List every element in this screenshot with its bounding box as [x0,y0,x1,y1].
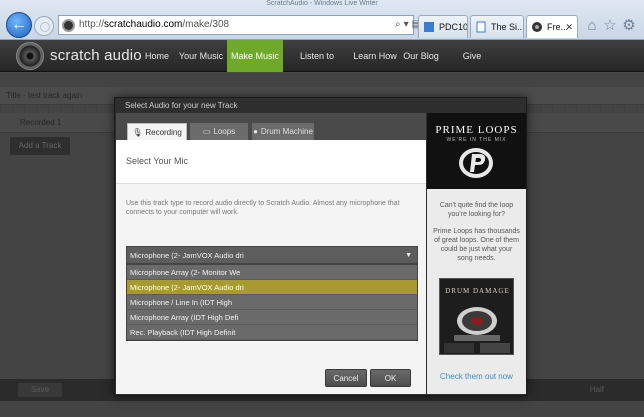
section-heading: Select Your Mic [126,156,189,166]
scratch-audio-logo-icon[interactable] [16,42,44,70]
site-logo-text[interactable]: scratch audio [50,47,142,64]
tab-drum-machine[interactable]: ● Drum Machine [252,123,314,140]
product-title: DRUM DAMAGE [445,287,510,295]
forward-button[interactable] [34,16,54,36]
tab-fre[interactable]: Fre... ✕ [526,15,578,38]
microphone-options-list: Microphone Array (2- Monitor We Micropho… [126,264,418,341]
url-host: scratchaudio.com [104,19,183,30]
tab-pdc10[interactable]: PDC10 [418,15,468,38]
microphone-select[interactable]: Microphone (2- JamVOX Audio dri ▼ [126,246,418,264]
search-icon[interactable]: ⌕ [395,16,401,34]
tab-loops[interactable]: ▭ Loops [190,123,248,140]
browser-toolbar: ScratchAudio - Windows Live Writer ← htt… [0,0,644,40]
drum-kit-icon [440,297,513,354]
nav-listen-to-music[interactable]: Listen to Music [287,40,347,93]
mic-option[interactable]: Microphone / Line In (IDT High [127,295,417,310]
mic-option[interactable]: Rec. Playback (IDT High Definit [127,325,417,340]
address-bar[interactable]: http://scratchaudio.com/make/308 ⌕ ▾ ▤ ↻… [58,15,444,35]
back-button[interactable]: ← [6,12,32,38]
mic-option[interactable]: Microphone Array (IDT High Defi [127,310,417,325]
promo-question: Can't quite find the loop you're looking… [439,202,514,218]
mic-option[interactable]: Microphone Array (2- Monitor We [127,265,417,280]
gear-icon[interactable]: ⚙ [620,17,638,35]
promo-tagline: WE'RE IN THE MIX [446,137,507,143]
favorites-star-icon[interactable]: ☆ [601,17,619,35]
page-tab-icon [476,21,486,33]
select-audio-dialog: Select Audio for your new Track 🎙 Recordi… [114,97,527,396]
tab-drum-machine-label: Drum Machine [260,127,313,136]
mic-option-selected[interactable]: Microphone (2- JamVOX Audio dri [127,280,417,295]
track-type-tabs: 🎙 Recording ▭ Loops ● Drum Machine [116,113,426,140]
close-tab-icon[interactable]: ✕ [565,16,573,38]
prime-loops-banner[interactable]: PRIME LOOPS WE'RE IN THE MIX [427,113,526,189]
nav-our-blog[interactable]: Our Blog [402,40,440,72]
loops-icon: ▭ [202,127,211,136]
tab-the-si[interactable]: The Si... [470,15,524,38]
dialog-main-pane: 🎙 Recording ▭ Loops ● Drum Machine Select Y… [116,113,426,394]
scratchaudio-tab-icon [532,22,542,32]
nav-home[interactable]: Home [140,40,174,72]
url-path: /make/308 [182,19,230,30]
heading-band: Select Your Mic [116,140,426,184]
nav-your-music[interactable]: Your Music [177,40,225,72]
microphone-select-value: Microphone (2- JamVOX Audio dri [130,251,244,260]
home-icon[interactable]: ⌂ [583,17,601,35]
recording-description: Use this track type to record audio dire… [126,200,400,216]
nav-learn-how[interactable]: Learn How [352,40,398,72]
promo-body: Prime Loops has thousands of great loops… [433,228,520,262]
tab-recording-label: Recording [145,128,182,137]
drum-damage-cover-image[interactable]: DRUM DAMAGE [439,278,514,355]
back-arrow-icon: ← [11,16,27,33]
ok-button[interactable]: OK [370,369,411,387]
dialog-title: Select Audio for your new Track [125,101,238,110]
site-favicon-icon [62,19,75,32]
dropdown-icon[interactable]: ▾ [404,16,409,34]
tab-label: The Si... [491,22,524,32]
prime-loops-logo-icon [459,148,493,178]
microphone-icon: 🎙 [132,128,143,137]
pdc-tab-icon [424,22,434,32]
chevron-down-icon: ▼ [405,252,412,259]
tab-recording[interactable]: 🎙 Recording [127,123,187,140]
drum-icon: ● [253,127,258,136]
window-title: ScratchAudio - Windows Live Writer [266,0,378,7]
tab-loops-label: Loops [213,127,236,136]
nav-give-feedback[interactable]: Give Feedback [444,40,500,93]
url-prefix: http:// [79,19,105,30]
promo-link[interactable]: Check them out now [427,372,526,381]
cancel-button[interactable]: Cancel [325,369,367,387]
nav-make-music[interactable]: Make Music [227,40,283,72]
tab-label: PDC10 [439,22,468,32]
promo-brand: PRIME LOOPS [435,124,518,136]
prime-loops-promo: PRIME LOOPS WE'RE IN THE MIX Can't quite… [427,113,526,394]
site-header: scratch audio Home Your Music Make Music… [0,40,644,93]
